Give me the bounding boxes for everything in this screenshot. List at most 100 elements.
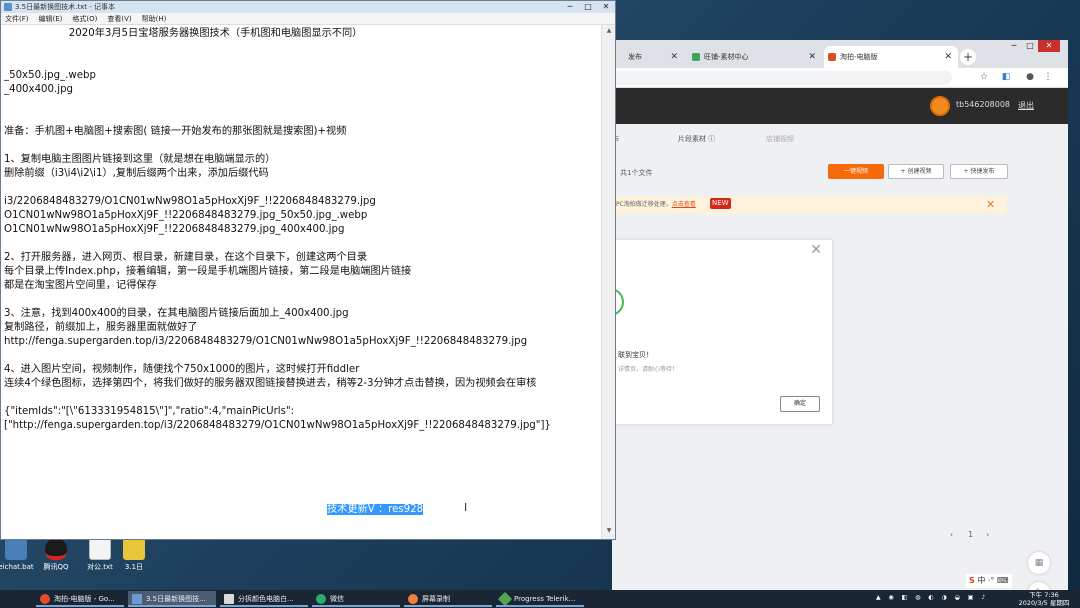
desktop-icon-label: eichat.bat	[0, 563, 34, 571]
text-line	[4, 293, 601, 307]
desktop-icon-label: 3.1日	[124, 563, 144, 571]
section-tab-shop-video[interactable]: 店铺视频	[766, 134, 794, 144]
avatar[interactable]	[930, 96, 950, 116]
create-video-button[interactable]: + 创建视频	[888, 164, 944, 179]
menu-dots-icon[interactable]: ⋮	[1042, 71, 1054, 83]
menu-view[interactable]: 查看(V)	[107, 13, 131, 25]
scroll-up-icon[interactable]: ▲	[604, 27, 614, 37]
text-line: 1、复制电脑主图图片链接到这里（就是想在电脑端显示的）	[4, 154, 276, 165]
taskbar-label: 屏幕录制	[422, 595, 450, 603]
browser-window: 发布 ✕ 旺铺-素材中心 ✕ 淘拍-电脑版 ✕ + ─ □ ✕ ☆ ◧ ● ⋮ …	[602, 40, 1068, 604]
button-label: 确定	[793, 400, 806, 407]
quick-publish-button[interactable]: + 快捷发布	[950, 164, 1008, 179]
logout-link[interactable]: 退出	[1018, 100, 1034, 111]
vertical-scrollbar[interactable]: ▲ ▼	[601, 25, 615, 539]
browser-tab-publish[interactable]: 发布 ✕	[612, 46, 684, 68]
close-icon[interactable]: ✕	[986, 196, 995, 214]
close-icon[interactable]: ✕	[810, 242, 822, 258]
taskbar-item-recorder[interactable]: 屏幕录制	[404, 591, 492, 607]
desktop-icon-qq[interactable]: 腾讯QQ	[34, 538, 78, 572]
text-line	[4, 111, 601, 125]
browser-tab-strip: 发布 ✕ 旺铺-素材中心 ✕ 淘拍-电脑版 ✕ + ─ □ ✕	[612, 40, 1068, 68]
taskbar-item-wechat[interactable]: 微信	[312, 591, 400, 607]
page-number[interactable]: 1	[968, 530, 973, 539]
menu-help[interactable]: 帮助(H)	[142, 13, 167, 25]
main-content: 布 片段素材 ⓘ 店铺视频 共1个文件 一键视频 + 创建视频 + 快捷发布 P…	[602, 124, 1068, 604]
star-icon[interactable]: ☆	[978, 71, 990, 83]
confirm-button[interactable]: 确定	[780, 396, 820, 412]
tray-icons[interactable]: ▲ ◉ ◧ ◍ ◐ ◑ ◒ ▣ ♪	[876, 594, 988, 601]
window-title: 3.5日最新换图技术.txt - 记事本	[15, 3, 115, 11]
text-line	[4, 237, 601, 251]
text-line: 都是在淘宝图片空间里，记得保存	[4, 280, 157, 291]
prev-page-button[interactable]: ‹	[950, 530, 953, 539]
menu-edit[interactable]: 编辑(E)	[39, 13, 63, 25]
scroll-down-icon[interactable]: ▼	[604, 527, 614, 537]
text-line: 3、注意，找到400x400的目录，在其电脑图片链接后面加上_400x400.j…	[4, 308, 349, 319]
recorder-icon	[408, 594, 418, 604]
taskbar-item-fiddler[interactable]: Progress Telerik...	[496, 591, 584, 607]
minimize-button[interactable]: ─	[1006, 40, 1022, 52]
success-modal: ✕ 联到宝贝！ 详情页，请耐心等待！ 确定	[602, 240, 832, 424]
new-badge: NEW	[710, 198, 731, 209]
tab-label: 旺铺-素材中心	[704, 53, 749, 61]
taskbar-item-notepad[interactable]: 3.5日最新换图技...	[128, 591, 216, 607]
new-tab-button[interactable]: +	[960, 49, 976, 65]
text-line: _400x400.jpg	[4, 84, 74, 95]
taskbar-item-paint[interactable]: 分拆颜色电脑白...	[220, 591, 308, 607]
text-line: http://fenga.supergarden.top/i3/22068484…	[4, 336, 528, 347]
text-line	[4, 181, 601, 195]
url-field[interactable]	[612, 71, 952, 85]
tab-label: 发布	[628, 53, 642, 61]
browser-tab-material[interactable]: 旺铺-素材中心 ✕	[688, 46, 822, 68]
text-line: 准备：手机图+电脑图+搜索图( 链接一开始发布的那张图就是搜索图)+视频	[4, 126, 347, 137]
text-line	[4, 97, 601, 111]
ime-toolbar[interactable]: S 中 ·° ⌨	[966, 574, 1012, 588]
text-editor-area[interactable]: 2020年3月5日宝塔服务器换图技术（手机图和电脑图显示不同） _50x50.jp…	[1, 25, 601, 539]
close-icon[interactable]: ✕	[944, 46, 952, 68]
menu-file[interactable]: 文件(F)	[5, 13, 29, 25]
notice-text: PC淘拍做迁移处理，	[616, 201, 672, 208]
text-line	[4, 461, 601, 475]
browser-tab-taopai[interactable]: 淘拍-电脑版 ✕	[824, 46, 958, 68]
chrome-icon	[40, 594, 50, 604]
profile-icon[interactable]: ●	[1024, 71, 1036, 83]
grid-view-icon[interactable]: ▦	[1028, 552, 1050, 574]
text-line: {"itemIds":"[\"613331954815\"]","ratio":…	[4, 406, 295, 417]
text-line: 2、打开服务器，进入网页、根目录，新建目录，在这个目录下，创建这两个目录	[4, 252, 368, 263]
button-label: + 创建视频	[900, 168, 932, 175]
close-window-button[interactable]: ✕	[1038, 40, 1060, 52]
minimize-button[interactable]: ─	[561, 1, 579, 13]
text-line: 复制路径，前缀加上，服务器里面就做好了	[4, 322, 198, 333]
notice-link[interactable]: 点击查看	[672, 201, 696, 208]
section-tab-clips[interactable]: 片段素材 ⓘ	[678, 134, 715, 144]
batch-file-icon	[5, 538, 27, 560]
clock[interactable]: 下午 7:36 2020/3/5 星期四	[1014, 591, 1074, 607]
taskbar-label: Progress Telerik...	[514, 595, 576, 603]
taskbar-label: 3.5日最新换图技...	[146, 595, 206, 603]
clock-date: 2020/3/5 星期四	[1018, 599, 1070, 607]
text-cursor-icon: I	[464, 501, 468, 514]
wechat-icon	[316, 594, 326, 604]
close-icon[interactable]: ✕	[808, 46, 816, 68]
maximize-button[interactable]: □	[1022, 40, 1038, 52]
text-line	[4, 447, 601, 461]
next-page-button[interactable]: ›	[986, 530, 989, 539]
extension-icon[interactable]: ◧	[1000, 71, 1012, 83]
taskbar-item-chrome[interactable]: 淘拍-电脑版 - Go...	[36, 591, 124, 607]
maximize-button[interactable]: □	[579, 1, 597, 13]
text-line	[4, 517, 601, 531]
close-window-button[interactable]: ✕	[597, 1, 615, 13]
notepad-titlebar: 3.5日最新换图技术.txt - 记事本 ─ □ ✕	[1, 1, 615, 13]
close-icon[interactable]: ✕	[670, 46, 678, 68]
desktop-icon-eichat[interactable]: eichat.bat	[0, 538, 38, 572]
taskbar-label: 淘拍-电脑版 - Go...	[54, 595, 115, 603]
text-line: 2020年3月5日宝塔服务器换图技术（手机图和电脑图显示不同）	[4, 28, 363, 39]
menu-format[interactable]: 格式(O)	[72, 13, 97, 25]
text-line	[4, 489, 601, 503]
text-line: 每个目录上传Index.php，接着编辑，第一段是手机端图片链接，第二段是电脑端…	[4, 266, 412, 277]
file-count: 共1个文件	[620, 169, 653, 177]
desktop-icon-folder[interactable]: 3.1日	[112, 538, 156, 572]
one-key-video-button[interactable]: 一键视频	[828, 164, 884, 179]
folder-icon	[123, 538, 145, 560]
